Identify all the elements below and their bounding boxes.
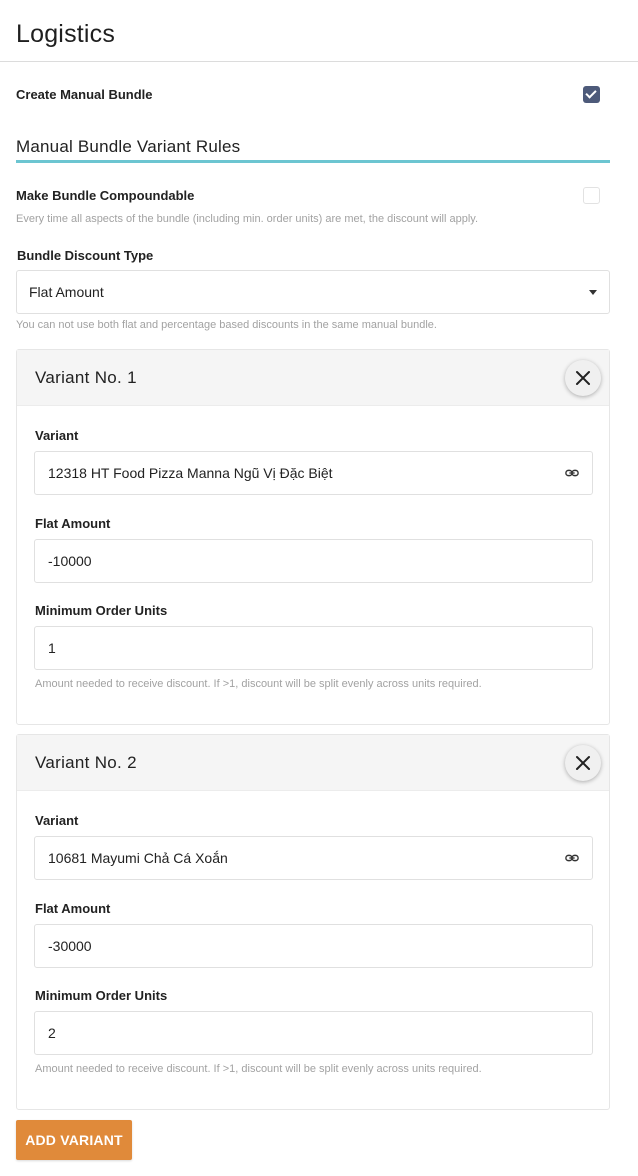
variant-label: Variant [35,813,79,828]
variant-value: 10681 Mayumi Chả Cá Xoắn [48,850,228,866]
link-icon[interactable] [565,851,579,865]
discount-type-help: You can not use both flat and percentage… [16,319,437,331]
link-icon[interactable] [565,466,579,480]
compoundable-label: Make Bundle Compoundable [16,188,195,203]
close-icon [576,755,590,770]
variant-value: 12318 HT Food Pizza Manna Ngũ Vị Đặc Biệ… [48,465,333,481]
section-title: Manual Bundle Variant Rules [16,137,610,163]
variant-field[interactable]: 12318 HT Food Pizza Manna Ngũ Vị Đặc Biệ… [34,451,593,495]
variant-field[interactable]: 10681 Mayumi Chả Cá Xoắn [34,836,593,880]
discount-type-select[interactable]: Flat Amount [16,270,610,314]
flat-amount-value: -30000 [48,938,92,954]
min-order-units-value: 2 [48,1025,56,1041]
close-icon [576,370,590,385]
flat-amount-label: Flat Amount [35,516,111,531]
flat-amount-input[interactable]: -10000 [34,539,593,583]
variant-card-header: Variant No. 2 [17,735,609,791]
variant-card-title: Variant No. 2 [35,752,137,772]
min-order-units-input[interactable]: 2 [34,1011,593,1055]
min-order-units-help: Amount needed to receive discount. If >1… [35,678,482,690]
add-variant-button[interactable]: ADD VARIANT [16,1120,132,1160]
min-order-units-label: Minimum Order Units [35,603,168,618]
page-header: Logistics [0,0,638,62]
min-order-units-value: 1 [48,640,56,656]
caret-down-icon [589,289,597,295]
create-manual-bundle-row: Create Manual Bundle [16,86,600,103]
variant-card-title: Variant No. 1 [35,367,137,387]
variant-label: Variant [35,428,79,443]
discount-type-value: Flat Amount [29,284,104,300]
create-manual-bundle-label: Create Manual Bundle [16,87,153,102]
compoundable-row: Make Bundle Compoundable [16,187,600,204]
flat-amount-value: -10000 [48,553,92,569]
create-manual-bundle-checkbox[interactable] [583,86,600,103]
compoundable-help: Every time all aspects of the bundle (in… [16,213,479,225]
min-order-units-input[interactable]: 1 [34,626,593,670]
remove-variant-button[interactable] [565,744,601,781]
flat-amount-label: Flat Amount [35,901,111,916]
page-title: Logistics [16,20,116,48]
compoundable-checkbox[interactable] [583,187,600,204]
min-order-units-label: Minimum Order Units [35,988,168,1003]
remove-variant-button[interactable] [565,359,601,396]
flat-amount-input[interactable]: -30000 [34,924,593,968]
variant-card-1: Variant No. 1 Variant 12318 HT Food Pizz… [16,349,610,725]
variant-card-header: Variant No. 1 [17,350,609,406]
discount-type-label: Bundle Discount Type [17,248,154,263]
min-order-units-help: Amount needed to receive discount. If >1… [35,1063,482,1075]
variant-card-2: Variant No. 2 Variant 10681 Mayumi Chả C… [16,734,610,1110]
